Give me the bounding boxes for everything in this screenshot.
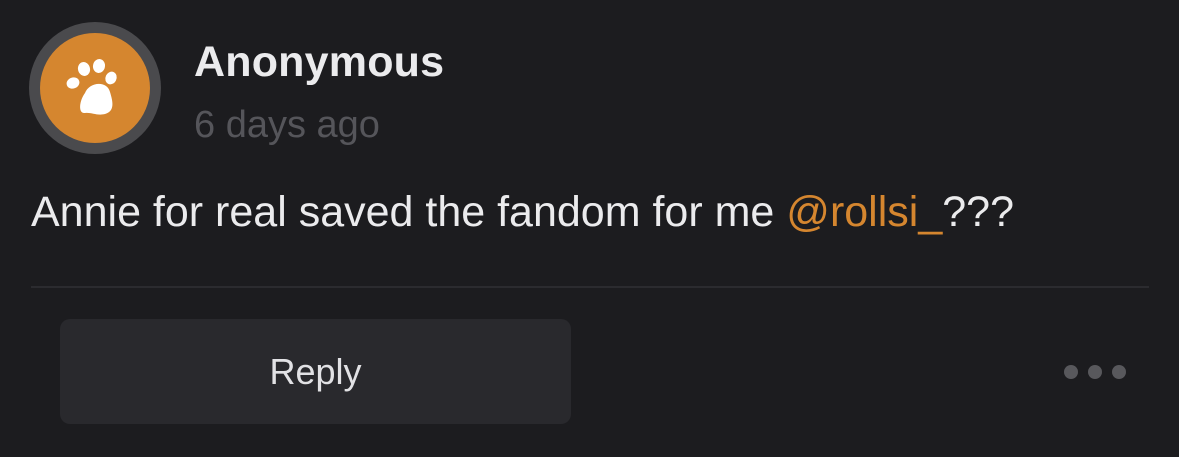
comment-card: Anonymous 6 days ago Annie for real save… xyxy=(0,0,1179,457)
comment-text-before: Annie for real saved the fandom for me xyxy=(31,188,787,236)
paw-icon xyxy=(63,56,127,120)
more-dot xyxy=(1064,365,1078,379)
avatar-circle xyxy=(40,33,150,143)
reply-button-label: Reply xyxy=(269,350,362,392)
timestamp: 6 days ago xyxy=(194,104,380,146)
divider xyxy=(31,286,1149,288)
author-name[interactable]: Anonymous xyxy=(194,38,444,87)
comment-text: Annie for real saved the fandom for me @… xyxy=(31,188,1014,237)
more-dot xyxy=(1112,365,1126,379)
more-options-icon[interactable] xyxy=(1064,358,1126,386)
reply-button[interactable]: Reply xyxy=(60,319,571,424)
mention-link[interactable]: @rollsi_ xyxy=(786,188,942,236)
comment-text-after: ??? xyxy=(942,188,1015,236)
more-dot xyxy=(1088,365,1102,379)
avatar[interactable] xyxy=(29,22,161,154)
